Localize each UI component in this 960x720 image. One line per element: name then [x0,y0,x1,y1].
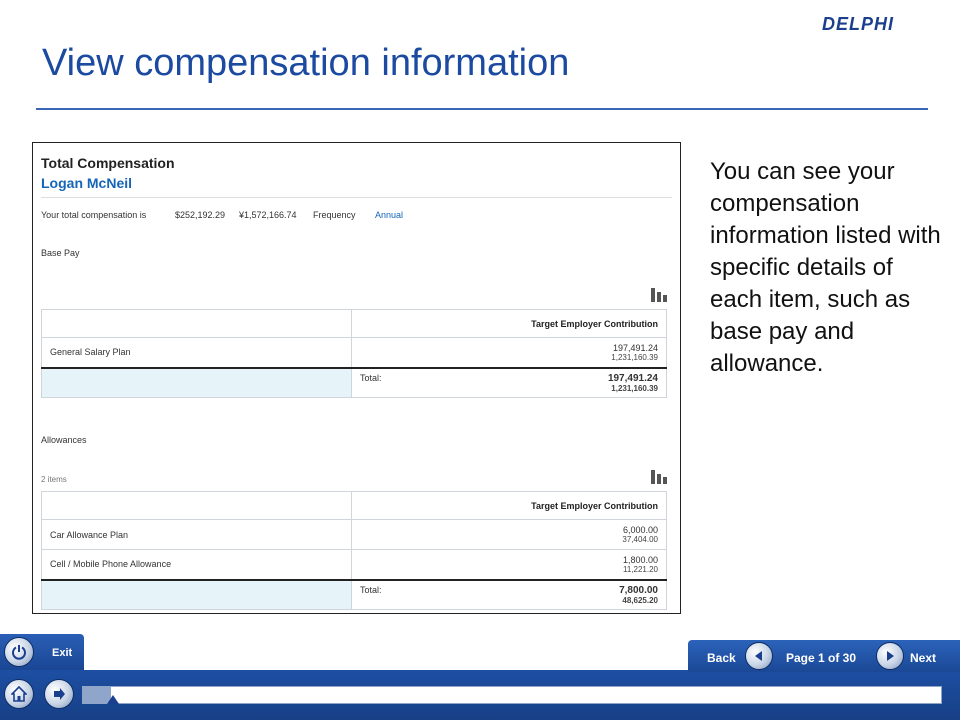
delphi-logo: DELPHI [822,14,895,34]
slide-description: You can see your compensation informatio… [710,158,941,377]
table-row: Cell / Mobile Phone Allowance 1,800.00 1… [41,549,667,580]
arrow-right-icon [51,686,67,702]
row-label: Cell / Mobile Phone Allowance [41,549,352,580]
compensation-summary: Your total compensation is $252,192.29 ¥… [41,210,672,220]
total-compensation-heading: Total Compensation [41,155,175,171]
exit-button[interactable] [4,637,34,667]
forward-button[interactable] [44,679,74,709]
progress-bar[interactable] [82,686,942,704]
arrow-right-icon [884,650,896,662]
allowances-count: 2 items [41,475,67,484]
table-row: General Salary Plan 197,491.24 1,231,160… [41,337,667,368]
total-value-primary: 197,491.24 [607,372,658,384]
row-value-primary: 6,000.00 [622,525,658,535]
column-header: Target Employer Contribution [351,309,667,338]
next-button[interactable] [876,642,904,670]
table-header-row: Target Employer Contribution [41,309,667,338]
page-indicator: Page 1 of 30 [786,651,857,665]
column-header: Target Employer Contribution [351,491,667,520]
summary-usd: $252,192.29 [175,210,226,220]
table-header-row: Target Employer Contribution [41,491,667,520]
back-label[interactable]: Back [707,651,736,665]
chart-view-icon[interactable] [651,470,667,484]
arrow-left-icon [753,650,765,662]
summary-jpy: ¥1,572,166.74 [239,210,297,220]
frequency-value-link[interactable]: Annual [375,210,403,220]
back-button[interactable] [745,642,773,670]
title-divider [36,108,928,110]
total-value-secondary: 1,231,160.39 [611,383,658,393]
home-button[interactable] [4,679,34,709]
progress-handle[interactable] [107,695,120,704]
total-row: Total: 197,491.24 1,231,160.39 [41,366,667,398]
table-row: Car Allowance Plan 6,000.00 37,404.00 [41,519,667,550]
exit-label[interactable]: Exit [52,647,72,659]
total-value-secondary: 48,625.20 [622,595,658,605]
compensation-screenshot: Total Compensation Logan McNeil Your tot… [32,142,681,614]
employee-name: Logan McNeil [41,175,133,191]
slide-title: View compensation information [42,42,570,84]
total-label: Total: [360,372,382,383]
row-value-secondary: 1,231,160.39 [611,352,658,362]
base-pay-table: Target Employer Contribution General Sal… [41,309,667,398]
header-divider [41,197,672,198]
row-value-secondary: 37,404.00 [622,535,658,544]
row-value-primary: 197,491.24 [612,342,658,353]
power-icon [11,644,27,660]
summary-label: Your total compensation is [41,210,147,220]
row-value-secondary: 11,221.20 [623,564,658,574]
frequency-label: Frequency [313,210,356,220]
total-value-primary: 7,800.00 [619,584,658,596]
allowances-table: Target Employer Contribution Car Allowan… [41,491,667,610]
row-label: General Salary Plan [41,337,352,368]
home-icon [11,686,27,702]
next-label[interactable]: Next [910,651,936,665]
base-pay-heading: Base Pay [41,248,80,258]
total-label: Total: [360,584,382,595]
total-row: Total: 7,800.00 48,625.20 [41,578,667,610]
row-value-primary: 1,800.00 [622,554,658,565]
chart-view-icon[interactable] [651,288,667,302]
allowances-heading: Allowances [41,435,87,445]
row-label: Car Allowance Plan [41,519,352,550]
